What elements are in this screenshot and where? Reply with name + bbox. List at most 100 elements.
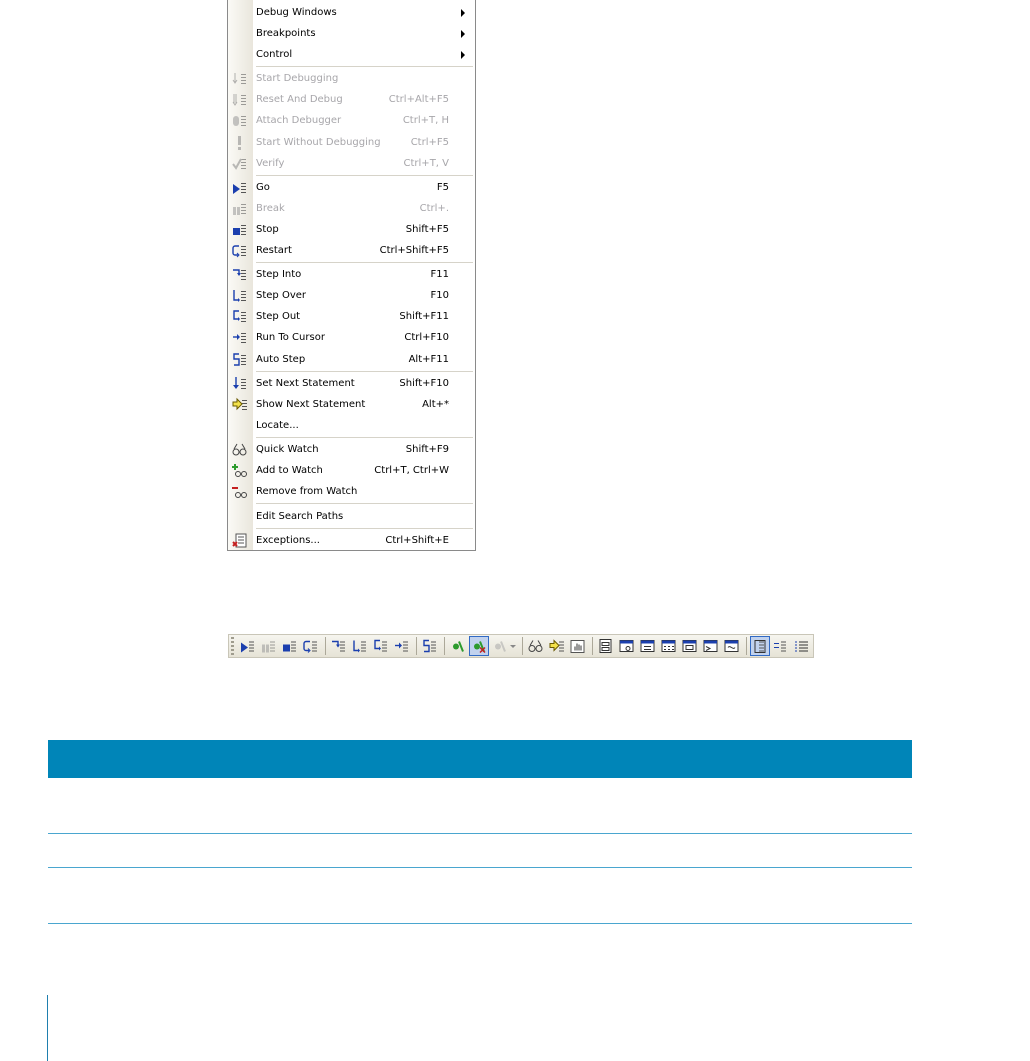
break-icon: [232, 201, 248, 216]
menu-item-label: Go: [256, 182, 270, 193]
menu-item-auto-step[interactable]: Auto Step Alt+F11: [228, 349, 475, 370]
menu-item-set-next-statement[interactable]: Set Next Statement Shift+F10: [228, 373, 475, 394]
toolbar-separator: [444, 637, 445, 655]
menu-item-go[interactable]: Go F5: [228, 177, 475, 198]
submenu-arrow-icon: [461, 50, 465, 59]
step-out-icon[interactable]: [371, 636, 391, 656]
submenu-arrow-icon: [461, 8, 465, 17]
menu-item-start-without-debugging[interactable]: Start Without Debugging Ctrl+F5: [228, 132, 475, 153]
menu-item-label: Set Next Statement: [256, 378, 355, 389]
menu-item-label: Remove from Watch: [256, 486, 358, 497]
menu-item-label: Locate...: [256, 420, 299, 431]
menu-item-control[interactable]: Control: [228, 44, 475, 65]
go-icon[interactable]: [238, 636, 258, 656]
menu-item-label: Step Over: [256, 290, 306, 301]
watch-window-icon[interactable]: [617, 636, 637, 656]
output-window-icon[interactable]: [701, 636, 721, 656]
menu-item-step-into[interactable]: Step Into F11: [228, 264, 475, 285]
menu-item-shortcut: Ctrl+Shift+E: [385, 535, 449, 546]
show-next-statement-icon: [232, 397, 248, 412]
menu-item-label: Add to Watch: [256, 465, 323, 476]
menu-item-reset-and-debug[interactable]: Reset And Debug Ctrl+Alt+F5: [228, 89, 475, 110]
menu-item-edit-search-paths[interactable]: Edit Search Paths: [228, 506, 475, 527]
menu-item-label: Auto Step: [256, 354, 306, 365]
menu-item-shortcut: Shift+F9: [405, 444, 449, 455]
source-mode-icon[interactable]: [750, 636, 770, 656]
menu-item-run-to-cursor[interactable]: Run To Cursor Ctrl+F10: [228, 327, 475, 348]
menu-item-verify[interactable]: Verify Ctrl+T, V: [228, 153, 475, 174]
menu-item-step-out[interactable]: Step Out Shift+F11: [228, 306, 475, 327]
menu-separator: [256, 371, 473, 372]
menu-item-add-to-watch[interactable]: Add to Watch Ctrl+T, Ctrl+W: [228, 460, 475, 481]
menu-item-show-next-statement[interactable]: Show Next Statement Alt+*: [228, 394, 475, 415]
step-into-icon[interactable]: [329, 636, 349, 656]
menu-item-step-over[interactable]: Step Over F10: [228, 285, 475, 306]
mixed-mode-icon[interactable]: [771, 636, 791, 656]
run-to-cursor-icon[interactable]: [392, 636, 412, 656]
step-over-icon: [232, 288, 248, 303]
menu-separator: [256, 262, 473, 263]
menu-item-shortcut: Ctrl+T, Ctrl+W: [374, 465, 449, 476]
menu-item-shortcut: Shift+F11: [399, 311, 449, 322]
menu-item-label: Break: [256, 203, 285, 214]
menu-item-attach-debugger[interactable]: Attach Debugger Ctrl+T, H: [228, 110, 475, 131]
menu-item-shortcut: Shift+F5: [405, 224, 449, 235]
toolbar-separator: [522, 637, 523, 655]
toolbar-separator: [592, 637, 593, 655]
menu-item-debug-windows[interactable]: Debug Windows: [228, 2, 475, 23]
breakpoint-dropdown-icon[interactable]: [490, 636, 518, 656]
menu-item-label: Attach Debugger: [256, 115, 342, 126]
chevron-down-icon[interactable]: [510, 644, 516, 648]
menu-separator: [256, 175, 473, 176]
menu-item-label: Edit Search Paths: [256, 511, 344, 522]
attach-debugger-icon: [232, 113, 248, 128]
glasses-icon[interactable]: [526, 636, 546, 656]
disassembly-window-icon[interactable]: [722, 636, 742, 656]
clear-breakpoints-icon[interactable]: [469, 636, 489, 656]
menu-item-start-debugging[interactable]: Start Debugging: [228, 68, 475, 89]
auto-step-icon[interactable]: [420, 636, 440, 656]
step-into-icon: [232, 267, 248, 282]
menu-item-label: Breakpoints: [256, 28, 316, 39]
toolbar-grip[interactable]: [231, 637, 234, 655]
menu-item-exceptions[interactable]: Exceptions... Ctrl+Shift+E: [228, 530, 475, 551]
menu-item-shortcut: Ctrl+.: [419, 203, 449, 214]
call-stack-icon[interactable]: [596, 636, 616, 656]
debug-toolbar: [228, 634, 814, 658]
menu-item-remove-from-watch[interactable]: Remove from Watch: [228, 481, 475, 502]
menu-item-label: Reset And Debug: [256, 94, 343, 105]
menu-item-locate[interactable]: Locate...: [228, 415, 475, 436]
page-margin-line: [47, 995, 48, 1061]
table-rule: [48, 867, 912, 868]
menu-separator: [256, 503, 473, 504]
menu-item-shortcut: F11: [430, 269, 449, 280]
step-out-icon: [232, 309, 248, 324]
menu-separator: [256, 437, 473, 438]
table-rule: [48, 833, 912, 834]
menu-item-quick-watch[interactable]: Quick Watch Shift+F9: [228, 439, 475, 460]
menu-item-shortcut: F5: [436, 182, 449, 193]
menu-item-breakpoints[interactable]: Breakpoints: [228, 23, 475, 44]
menu-item-break[interactable]: Break Ctrl+.: [228, 198, 475, 219]
reset-debug-icon: [232, 92, 248, 107]
disassembly-mode-icon[interactable]: [792, 636, 812, 656]
memory-window-icon[interactable]: [659, 636, 679, 656]
toggle-breakpoint-icon[interactable]: [448, 636, 468, 656]
menu-item-stop[interactable]: Stop Shift+F5: [228, 219, 475, 240]
step-over-icon[interactable]: [350, 636, 370, 656]
menu-item-label: Show Next Statement: [256, 399, 366, 410]
restart-icon[interactable]: [301, 636, 321, 656]
registers-window-icon[interactable]: [680, 636, 700, 656]
menu-separator: [256, 66, 473, 67]
break-icon[interactable]: [259, 636, 279, 656]
stop-icon[interactable]: [280, 636, 300, 656]
show-next-statement-icon[interactable]: [547, 636, 567, 656]
start-debugging-icon: [232, 71, 248, 86]
toolbar-separator: [746, 637, 747, 655]
menu-item-label: Start Without Debugging: [256, 137, 381, 148]
pointer-hand-icon[interactable]: [568, 636, 588, 656]
go-icon: [232, 180, 248, 195]
menu-item-restart[interactable]: Restart Ctrl+Shift+F5: [228, 240, 475, 261]
locals-window-icon[interactable]: [638, 636, 658, 656]
table-rule: [48, 923, 912, 924]
